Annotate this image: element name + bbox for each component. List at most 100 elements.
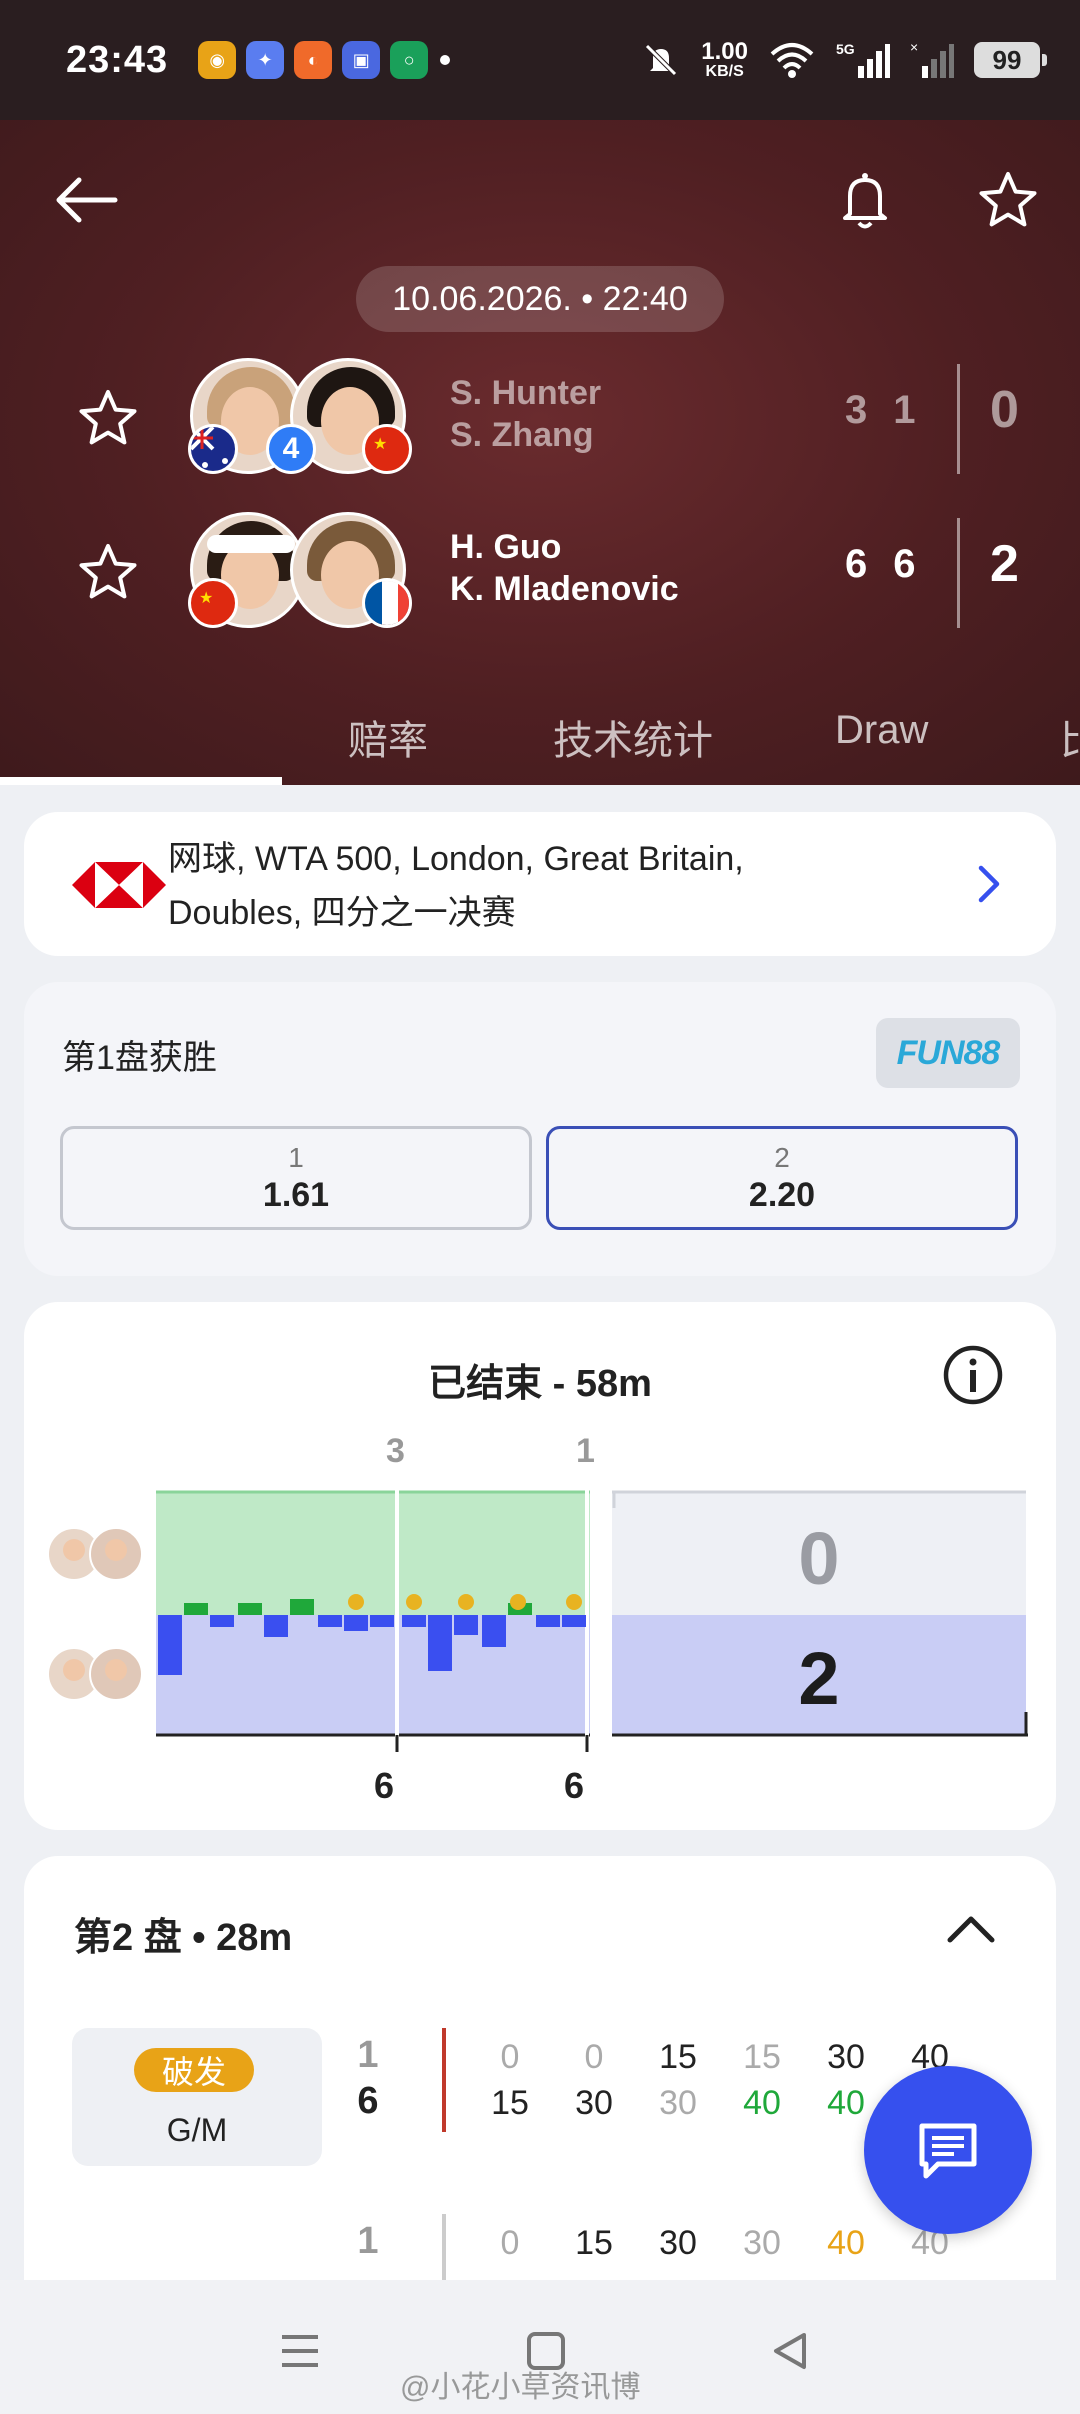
tournament-line1: 网球, WTA 500, London, Great Britain, [168,840,744,878]
chat-icon [919,2123,977,2179]
total-sets-team2: 2 [798,1637,839,1720]
point: 0 [500,2224,520,2262]
more-notifications-dot [440,55,451,65]
team1-row: 4 ★ S. Hunter S. Zhang 3 1 0 [0,352,1080,482]
team1-set2-score: 1 [893,388,916,432]
tournament-card[interactable]: 网球, WTA 500, London, Great Britain, Doub… [24,812,1056,956]
odds-card: 第1盘获胜 FUN88 1 1.61 2 2.20 [24,982,1056,1276]
team1-mini-avatars [47,1527,143,1581]
tab-more[interactable]: 比 [1060,708,1080,766]
notification-bell-button[interactable] [825,160,905,240]
team1-player1: S. Hunter [450,374,602,412]
break-info-box: 破发 G/M [72,2028,322,2166]
team2-zone [156,1615,590,1735]
team1-set-scores: 3 1 [845,388,916,433]
weibo-app-icon: ◉ [198,41,237,79]
collapse-set-button[interactable] [936,1894,1006,1964]
favorite-match-button[interactable] [968,160,1048,240]
team2-mini-avatars [47,1647,143,1701]
point: 0 [584,2038,604,2076]
point: 15 [659,2038,697,2076]
watermark-text: @小花小草资讯博 [400,2371,641,2404]
odd-option-1[interactable]: 1 1.61 [60,1126,532,1230]
team2-game-count: 6 [357,2080,379,2122]
server-marker [442,2028,446,2132]
set-title: 第2 盘 • 28m [74,1917,293,1959]
odds-market-title: 第1盘获胜 [62,1039,217,1077]
sticker-app-icon: ▣ [342,41,381,79]
battery-indicator: 99 [974,42,1047,78]
server-marker [442,2214,446,2284]
momentum-chart: 3 1 6 6 0 2 [47,1432,1028,1806]
team2-player2: K. Mladenovic [450,570,679,608]
match-timeline-card: 已结束 - 58m 3 1 6 6 0 2 [24,1302,1056,1830]
score-divider [957,518,960,628]
fun88-logo[interactable]: FUN88 [876,1018,1020,1088]
back-nav-button[interactable] [750,2316,830,2386]
team1-zone [156,1492,590,1615]
team1-player2: S. Zhang [450,416,594,454]
tab-stats[interactable]: 技术统计 [553,708,713,766]
mute-icon [645,44,678,76]
status-time: 23:43 [66,38,169,81]
tab-odds[interactable]: 赔率 [348,708,428,766]
total-sets-team1: 0 [798,1517,839,1600]
star-outline-icon [979,172,1037,227]
point: 15 [491,2084,529,2122]
tournament-open-button[interactable] [960,856,1016,912]
bell-icon [843,173,887,229]
net-speed-unit: KB/S [705,63,744,80]
team1-avatars: 4 ★ [188,352,412,477]
australia-flag-icon [188,424,238,474]
set1-team2-games: 6 [374,1765,394,1806]
team1-favorite-button[interactable] [68,388,148,448]
team2-row: ★ H. Guo K. Mladenovic 6 6 2 [0,506,1080,636]
team1-game-count: 1 [357,2034,379,2076]
team2-favorite-button[interactable] [68,542,148,602]
set1-team1-games: 3 [386,1432,405,1470]
france-flag-icon [362,578,412,628]
point: 30 [575,2084,613,2122]
svg-text:×: × [910,40,918,55]
china-flag-icon: ★ [362,424,412,474]
team2-sets-won: 2 [990,535,1019,593]
shopping-app-icon: ◐ [294,41,333,79]
status-bar: 23:43 ◉ ✦ ◐ ▣ ○ 1.00 KB/S 5G × 99 [0,0,1080,120]
team1-names: S. Hunter S. Zhang [450,372,601,456]
point: 15 [743,2038,781,2076]
point: 0 [500,2038,520,2076]
point: 15 [575,2224,613,2262]
chat-fab-button[interactable] [864,2066,1032,2234]
team2-set2-score: 6 [893,542,916,586]
odd-label: 1 [288,1141,304,1173]
tab-draw[interactable]: Draw [835,708,928,753]
net-speed-value: 1.00 [701,38,748,65]
point: 40 [827,2224,865,2262]
china-flag-icon: ★ [188,578,238,628]
break-badge: 破发 [134,2048,254,2092]
point: 30 [659,2084,697,2122]
active-tab-indicator [0,777,282,785]
score-divider [957,364,960,474]
team1-game-count: 1 [357,2220,379,2262]
tournament-info: 网球, WTA 500, London, Great Britain, Doub… [168,832,928,940]
arrow-left-icon [56,177,118,223]
back-triangle-icon [774,2333,806,2369]
odd-option-2[interactable]: 2 2.20 [546,1126,1018,1230]
menu-nav-button[interactable] [260,2316,340,2386]
svg-text:★: ★ [199,590,213,607]
team2-player1: H. Guo [450,528,562,566]
back-button[interactable] [46,160,126,240]
menu-icon [282,2335,318,2367]
team1-points: 0 0 15 15 30 40 [468,2038,972,2077]
team2-set-scores: 6 6 [845,542,916,587]
notification-icons: ◉ ✦ ◐ ▣ ○ [198,41,429,79]
odd-value: 2.20 [748,1175,816,1214]
match-tabs: 赔率 技术统计 Draw 比 [0,680,1080,853]
match-header: 10.06.2026. • 22:40 4 ★ S. Hunter S. Zha… [0,120,1080,853]
chevron-up-icon [947,1916,995,1943]
signal-5g-icon: 5G [836,41,890,78]
team2-names: H. Guo K. Mladenovic [450,526,679,610]
team2-set1-score: 6 [845,542,868,586]
match-datetime: 10.06.2026. • 22:40 [356,266,724,332]
